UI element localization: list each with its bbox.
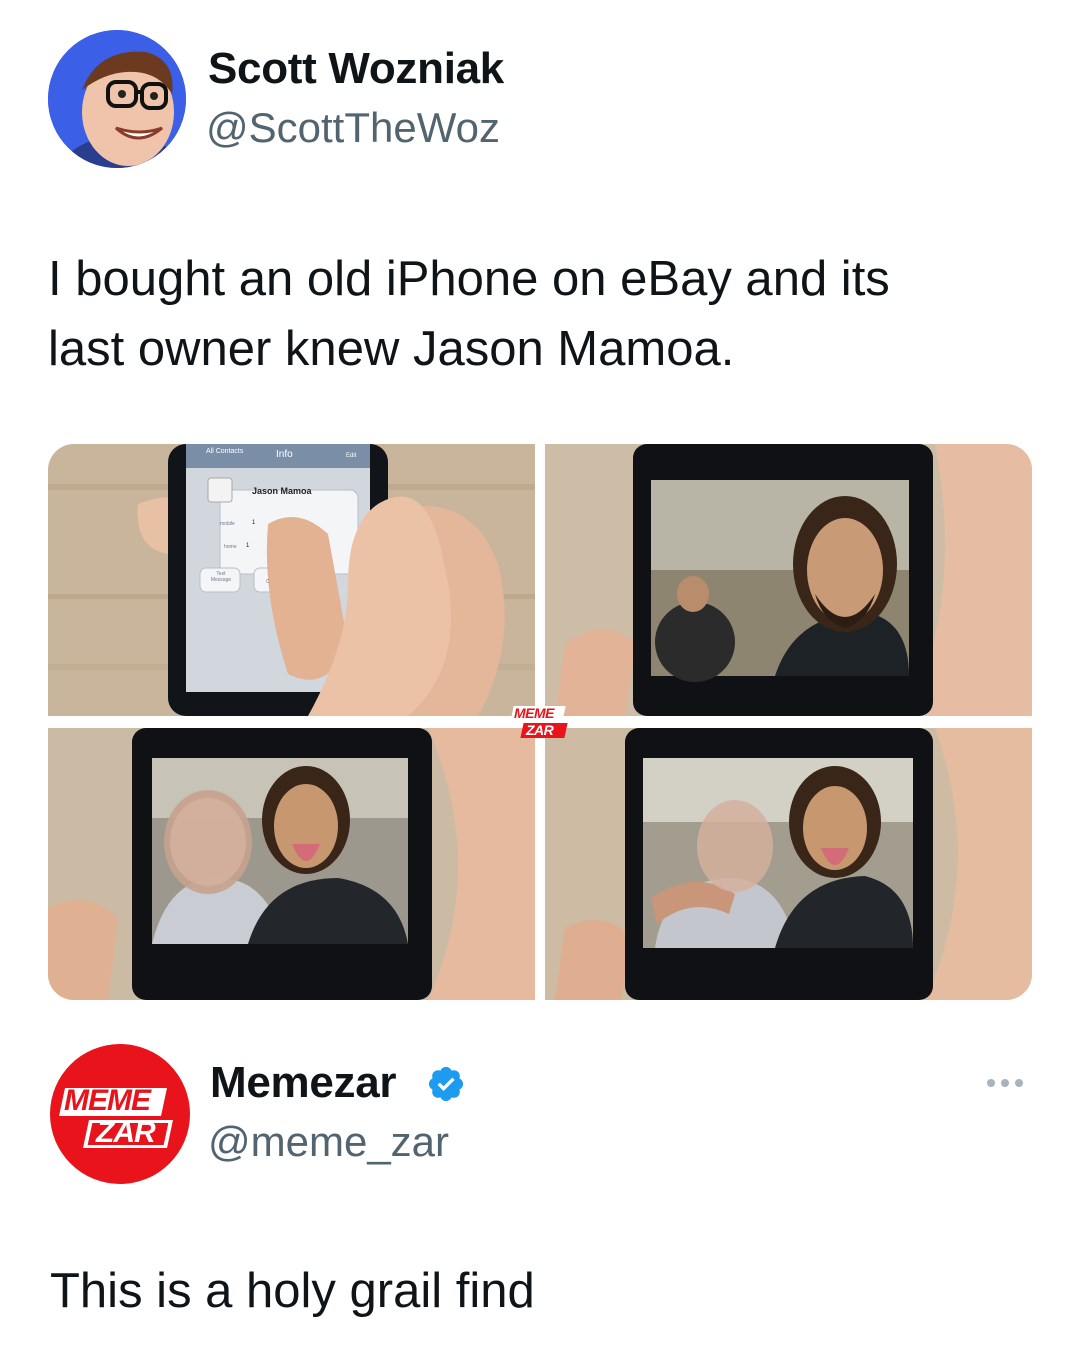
memezar-name[interactable]: Memezar [210, 1058, 397, 1108]
phone-row1-value: 1 [252, 520, 256, 526]
phone-row2-label: home [224, 544, 237, 550]
avatar-logo-line-2: ZAR [96, 1116, 156, 1149]
watermark-line-2: ZAR [526, 722, 554, 738]
memezar-handle[interactable]: @meme_zar [208, 1118, 449, 1166]
phone-text-message-button: Text Message [206, 571, 236, 583]
author-handle[interactable]: @ScottTheWoz [206, 104, 500, 152]
phone-row2-value: 1 [246, 543, 250, 549]
media-photo-3[interactable] [48, 728, 535, 1000]
author-name[interactable]: Scott Wozniak [208, 44, 504, 94]
phone-contact-name: Jason Mamoa [252, 486, 312, 496]
phone-text-label-2: Message [210, 577, 232, 583]
media-photo-4[interactable] [545, 728, 1032, 1000]
verified-badge-icon [426, 1064, 466, 1104]
phone-call-button: C [266, 579, 270, 585]
phone-edit-button: Edit [346, 453, 357, 459]
phone-nav-title: Info [276, 449, 293, 460]
memezar-watermark: MEME ZAR [508, 705, 572, 740]
reply-text: This is a holy grail find [50, 1264, 535, 1318]
tweet-text-line-1: I bought an old iPhone on eBay and its [48, 252, 890, 306]
tweet-text-line-2: last owner knew Jason Mamoa. [48, 322, 735, 376]
media-photo-2[interactable] [545, 444, 1032, 716]
media-photo-1[interactable]: All Contacts Info Edit Jason Mamoa mobil… [48, 444, 535, 716]
more-horizontal-icon[interactable] [985, 1062, 1029, 1102]
avatar-photo [48, 30, 186, 168]
watermark-line-1: MEME [514, 705, 555, 721]
avatar-logo-line-1: MEME [64, 1084, 151, 1117]
memezar-avatar[interactable]: MEME ZAR [50, 1044, 190, 1184]
author-avatar[interactable] [48, 30, 186, 168]
phone-row1-label: mobile [220, 521, 235, 527]
phone-back-button: All Contacts [206, 448, 244, 455]
